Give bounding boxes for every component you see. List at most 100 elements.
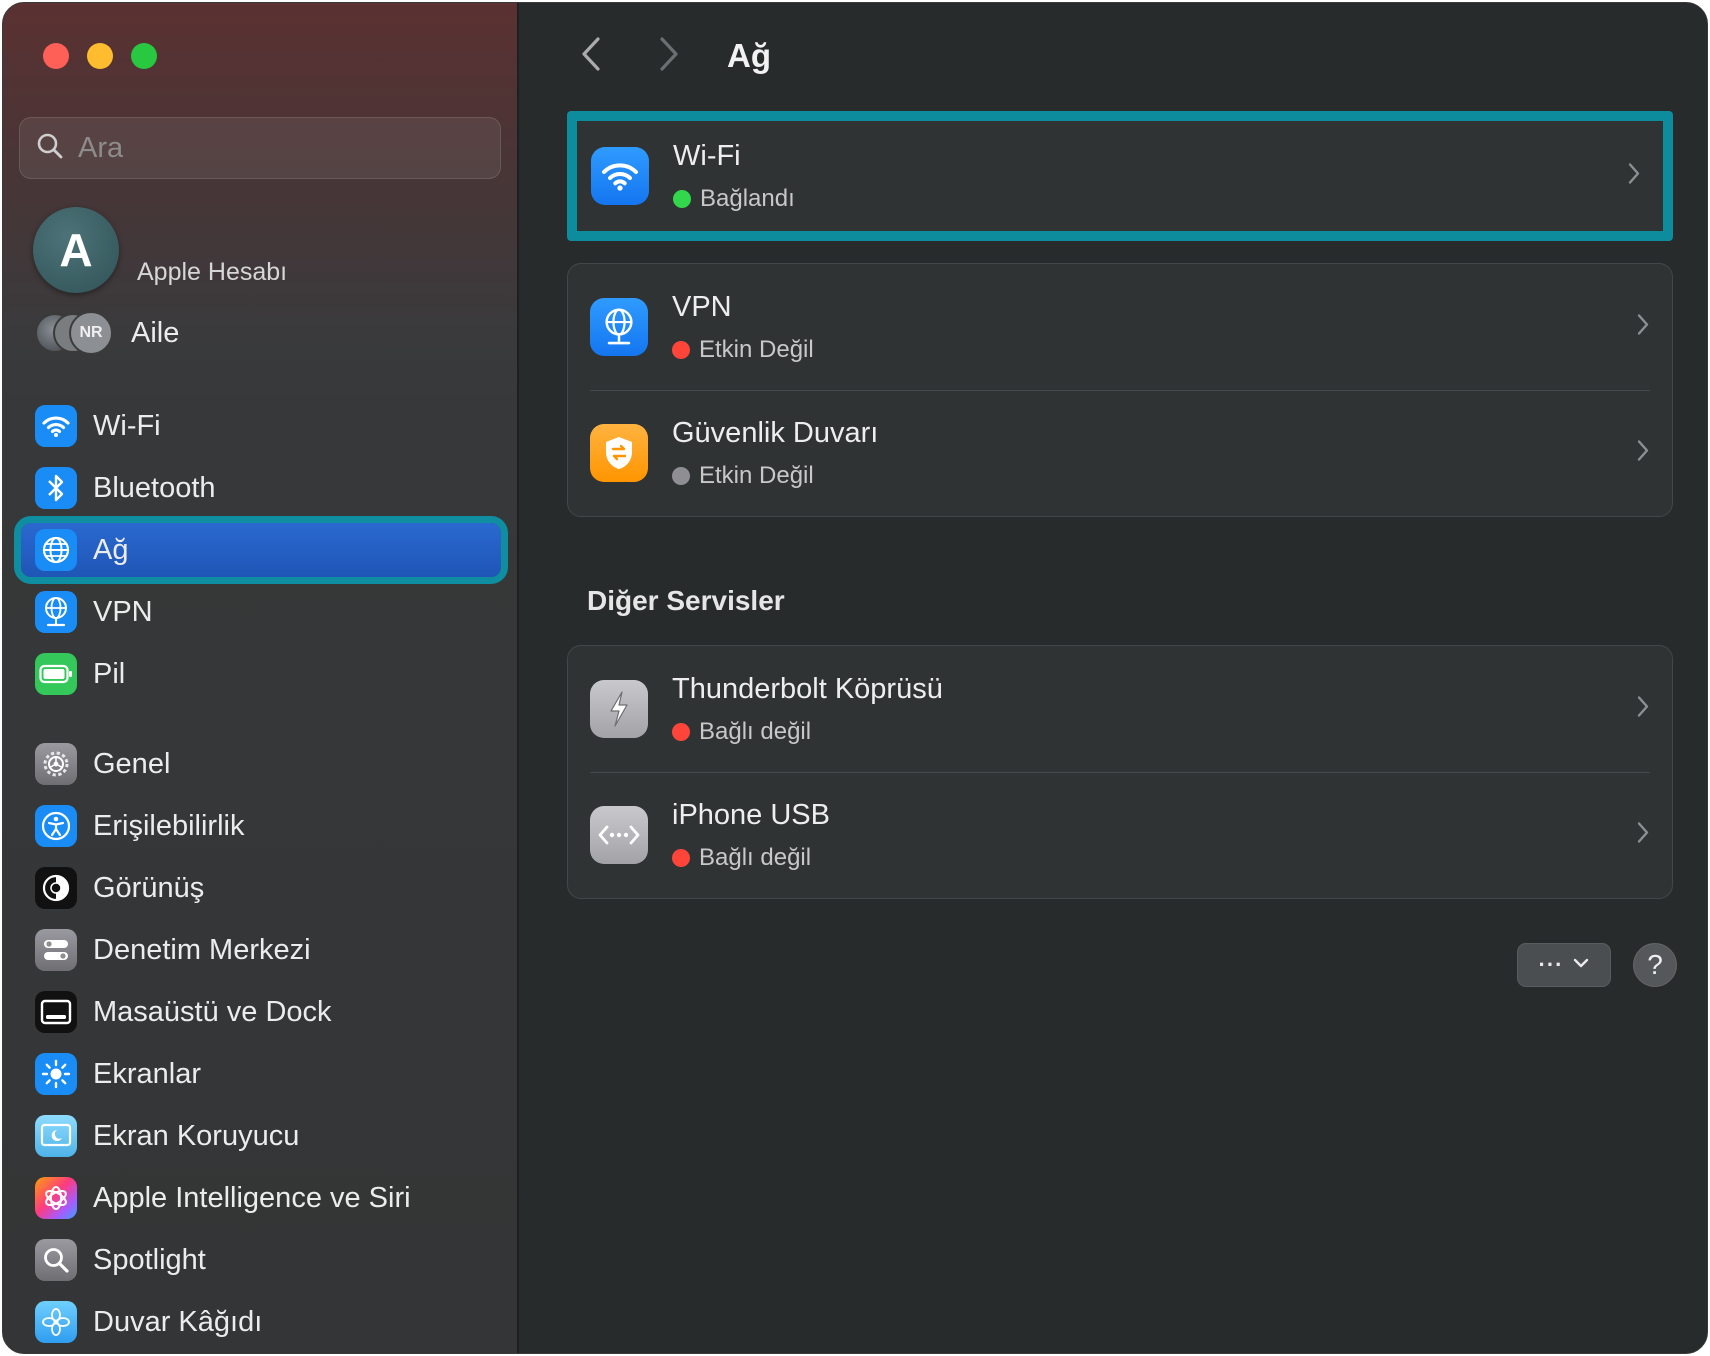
forward-button[interactable] [649,31,689,81]
status-dot-disconnected [672,722,690,741]
sidebar-item-label: Erişilebilirlik [93,809,245,842]
family-label: Aile [131,316,180,349]
sidebar-item-wallpaper[interactable]: Duvar Kâğıdı [21,1295,501,1349]
ellipsis-icon: ··· [1538,952,1564,977]
battery-icon [35,653,77,695]
vpn-title: VPN [672,290,732,323]
vpn-row[interactable]: VPN Etkin Değil [568,264,1672,390]
sidebar-item-label: Wi-Fi [93,409,161,442]
firewall-row[interactable]: Güvenlik Duvarı Etkin Değil [568,390,1672,516]
appearance-icon [35,867,77,909]
chevron-right-icon [1636,439,1650,468]
sidebar-item-label: VPN [93,595,153,628]
sidebar-item-vpn[interactable]: VPN [21,585,501,639]
thunderbolt-icon [590,680,648,738]
chevron-right-icon [1636,695,1650,724]
brightness-icon [35,1053,77,1095]
minimize-window-button[interactable] [87,43,113,69]
window-controls [43,43,157,69]
wallpaper-icon [35,1301,77,1343]
bluetooth-icon [35,467,77,509]
chevron-right-icon [1636,313,1650,342]
family-item[interactable]: NR Aile [35,311,179,355]
iphone-usb-status: Bağlı değil [672,844,830,872]
other-services-card: Thunderbolt Köprüsü Bağlı değil iPhone U… [567,645,1673,899]
services-card: VPN Etkin Değil Güvenlik Duvarı Etkin De… [567,263,1673,517]
apple-account-label: Apple Hesabı [137,258,288,286]
wifi-card: Wi-Fi Bağlandı [567,111,1673,241]
wifi-icon [35,405,77,447]
vpn-globe-icon [590,298,648,356]
accessibility-icon [35,805,77,847]
wifi-icon [591,147,649,205]
toolbar: Ağ [571,31,771,81]
help-button[interactable]: ? [1633,943,1677,987]
sidebar-item-wifi[interactable]: Wi-Fi [21,399,501,453]
thunderbolt-bridge-title: Thunderbolt Köprüsü [672,672,943,705]
sidebar-item-label: Bluetooth [93,471,216,504]
thunderbolt-bridge-status: Bağlı değil [672,718,943,746]
search-input[interactable] [78,131,478,165]
wifi-title: Wi-Fi [673,139,741,172]
sidebar-item-label: Duvar Kâğıdı [93,1305,263,1338]
sidebar-item-label: Masaüstü ve Dock [93,995,332,1028]
thunderbolt-bridge-row[interactable]: Thunderbolt Köprüsü Bağlı değil [568,646,1672,772]
page-title: Ağ [727,37,771,74]
status-dot-disabled [672,466,690,485]
wifi-status: Bağlandı [673,185,795,213]
main-content: Ağ Wi-Fi Bağlandı VPN Etkin Değil Güvenl… [521,3,1707,1353]
chevron-right-icon [1636,821,1650,850]
sidebar-item-bluetooth[interactable]: Bluetooth [21,461,501,515]
siri-icon [35,1177,77,1219]
dock-icon [35,991,77,1033]
sidebar-item-displays[interactable]: Ekranlar [21,1047,501,1101]
gear-icon [35,743,77,785]
family-member-avatar-nr: NR [69,311,113,355]
firewall-status-text: Etkin Değil [699,461,814,489]
chevron-right-icon [1627,162,1641,191]
sidebar-item-screensaver[interactable]: Ekran Koruyucu [21,1109,501,1163]
sidebar-item-label: Ekran Koruyucu [93,1119,300,1152]
sidebar: A Apple Hesabı NR Aile Wi-Fi [3,3,519,1353]
screensaver-icon [35,1115,77,1157]
apple-account[interactable]: A Apple Hesabı [33,207,287,293]
search-box[interactable] [19,117,501,179]
other-services-heading: Diğer Servisler [587,585,785,616]
iphone-usb-title: iPhone USB [672,798,830,831]
sidebar-item-label: Spotlight [93,1243,206,1276]
sidebar-item-control-center[interactable]: Denetim Merkezi [21,923,501,977]
chevron-left-icon [580,36,602,77]
status-dot-connected [673,189,691,208]
sidebar-item-appearance[interactable]: Görünüş [21,861,501,915]
sidebar-item-spotlight[interactable]: Spotlight [21,1233,501,1287]
sidebar-item-label: Görünüş [93,871,205,904]
sidebar-item-label: Denetim Merkezi [93,933,311,966]
sidebar-item-label: Genel [93,747,171,780]
close-window-button[interactable] [43,43,69,69]
vpn-status: Etkin Değil [672,336,814,364]
vpn-globe-icon [35,591,77,633]
sidebar-item-network[interactable]: Ağ [14,516,508,584]
spotlight-icon [35,1239,77,1281]
more-actions-button[interactable]: ··· [1517,943,1611,987]
firewall-shield-icon [590,424,648,482]
sidebar-item-accessibility[interactable]: Erişilebilirlik [21,799,501,853]
globe-icon [35,529,77,571]
thunderbolt-bridge-status-text: Bağlı değil [699,717,812,745]
sidebar-item-battery[interactable]: Pil [21,647,501,701]
zoom-window-button[interactable] [131,43,157,69]
sidebar-item-siri[interactable]: Apple Intelligence ve Siri [21,1171,501,1225]
family-avatars: NR [35,311,115,355]
sidebar-item-general[interactable]: Genel [21,737,501,791]
bottom-actions: ··· ? [1517,943,1677,987]
back-button[interactable] [571,31,611,81]
control-center-icon [35,929,77,971]
wifi-row[interactable]: Wi-Fi Bağlandı [577,121,1663,231]
iphone-usb-row[interactable]: iPhone USB Bağlı değil [568,772,1672,898]
firewall-status: Etkin Değil [672,462,878,490]
sidebar-item-desktop-dock[interactable]: Masaüstü ve Dock [21,985,501,1039]
sidebar-item-label: Pil [93,657,126,690]
chevron-down-icon [1573,956,1589,974]
avatar: A [33,207,119,293]
firewall-title: Güvenlik Duvarı [672,416,879,449]
